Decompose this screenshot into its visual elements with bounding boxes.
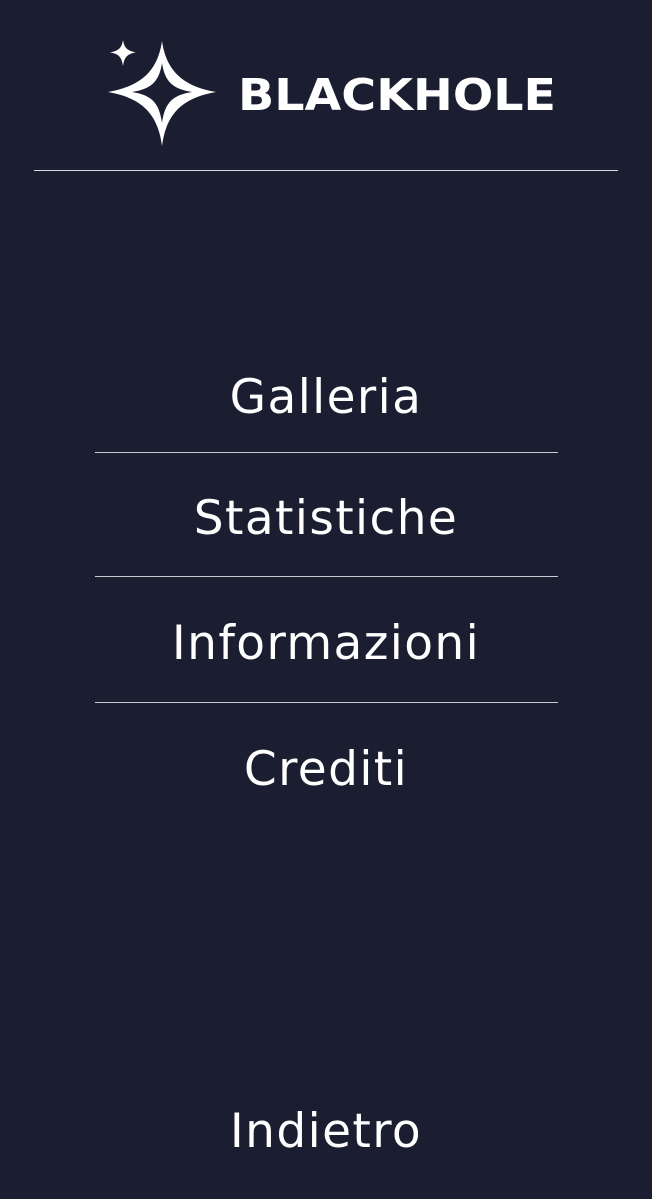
menu-item-statistiche[interactable]: Statistiche [0, 491, 652, 547]
menu-item-informazioni[interactable]: Informazioni [0, 616, 652, 672]
menu-divider [95, 702, 558, 703]
menu-divider [95, 576, 558, 577]
main-menu: Galleria Statistiche Informazioni Credit… [0, 0, 652, 1199]
menu-item-galleria[interactable]: Galleria [0, 370, 652, 426]
back-button[interactable]: Indietro [0, 1104, 652, 1160]
menu-item-crediti[interactable]: Crediti [0, 742, 652, 798]
menu-divider [95, 452, 558, 453]
